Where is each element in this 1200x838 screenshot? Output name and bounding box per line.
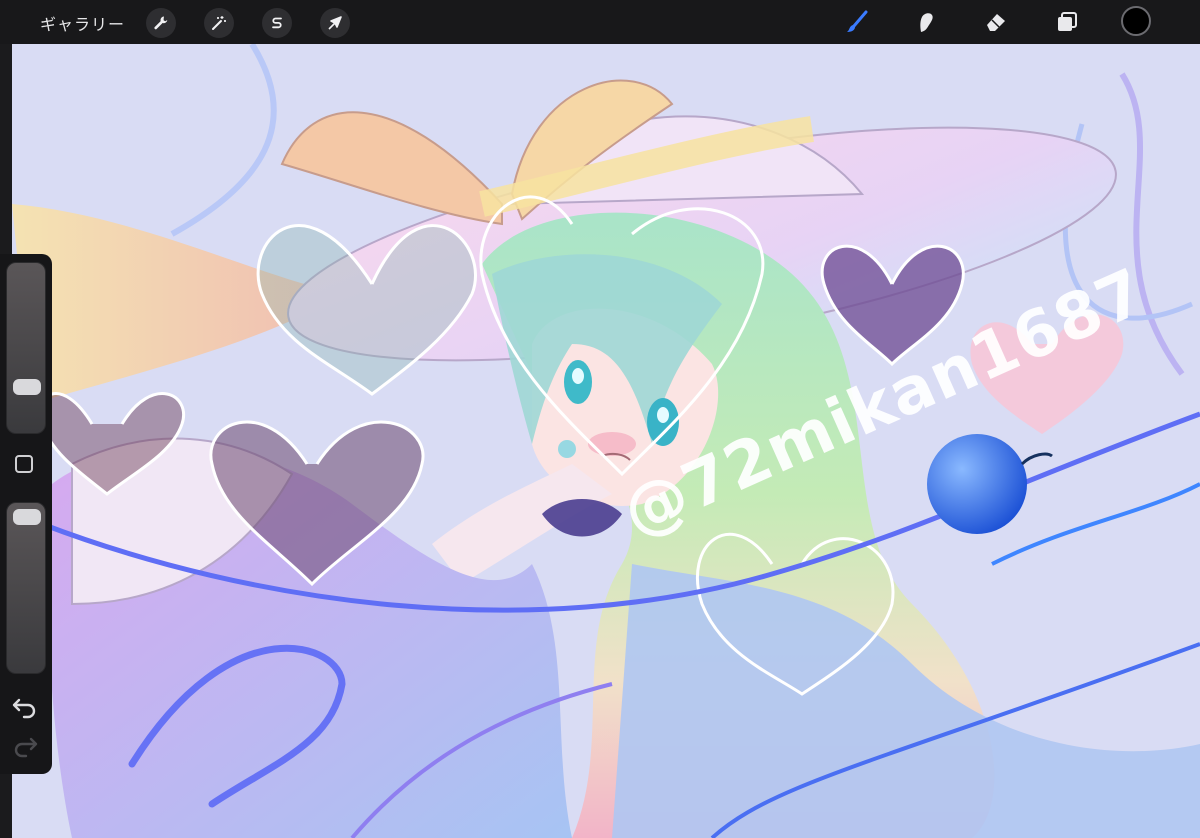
artwork xyxy=(12,44,1200,838)
magic-wand-icon xyxy=(212,16,226,30)
redo-icon xyxy=(14,737,38,758)
eraser-button[interactable] xyxy=(980,6,1012,38)
brush-size-slider[interactable] xyxy=(6,262,46,434)
modify-button[interactable] xyxy=(15,455,33,473)
top-toolbar: ギャラリー xyxy=(0,0,1200,44)
arrow-cursor-icon xyxy=(328,16,342,30)
eraser-icon xyxy=(987,14,1005,31)
transform-button[interactable] xyxy=(320,8,350,38)
layers-icon xyxy=(1058,12,1077,31)
color-picker-button[interactable] xyxy=(1121,6,1151,36)
opacity-slider[interactable] xyxy=(6,502,46,674)
undo-button[interactable] xyxy=(10,695,40,719)
selection-s-icon xyxy=(272,17,282,29)
side-toolbar xyxy=(0,254,52,774)
smudge-button[interactable] xyxy=(910,6,942,38)
gallery-button[interactable]: ギャラリー xyxy=(40,11,125,35)
selection-button[interactable] xyxy=(262,8,292,38)
smudge-icon xyxy=(920,13,933,32)
adjustments-button[interactable] xyxy=(204,8,234,38)
wrench-icon xyxy=(154,16,168,30)
actions-button[interactable] xyxy=(146,8,176,38)
opacity-thumb[interactable] xyxy=(13,509,41,525)
brush-size-thumb[interactable] xyxy=(13,379,41,395)
undo-icon xyxy=(12,698,36,719)
layers-button[interactable] xyxy=(1051,6,1083,38)
drawing-canvas[interactable]: @72mikan1687 xyxy=(12,44,1200,838)
brush-icon xyxy=(847,10,868,32)
brush-button[interactable] xyxy=(841,6,873,38)
redo-button[interactable] xyxy=(10,734,40,758)
